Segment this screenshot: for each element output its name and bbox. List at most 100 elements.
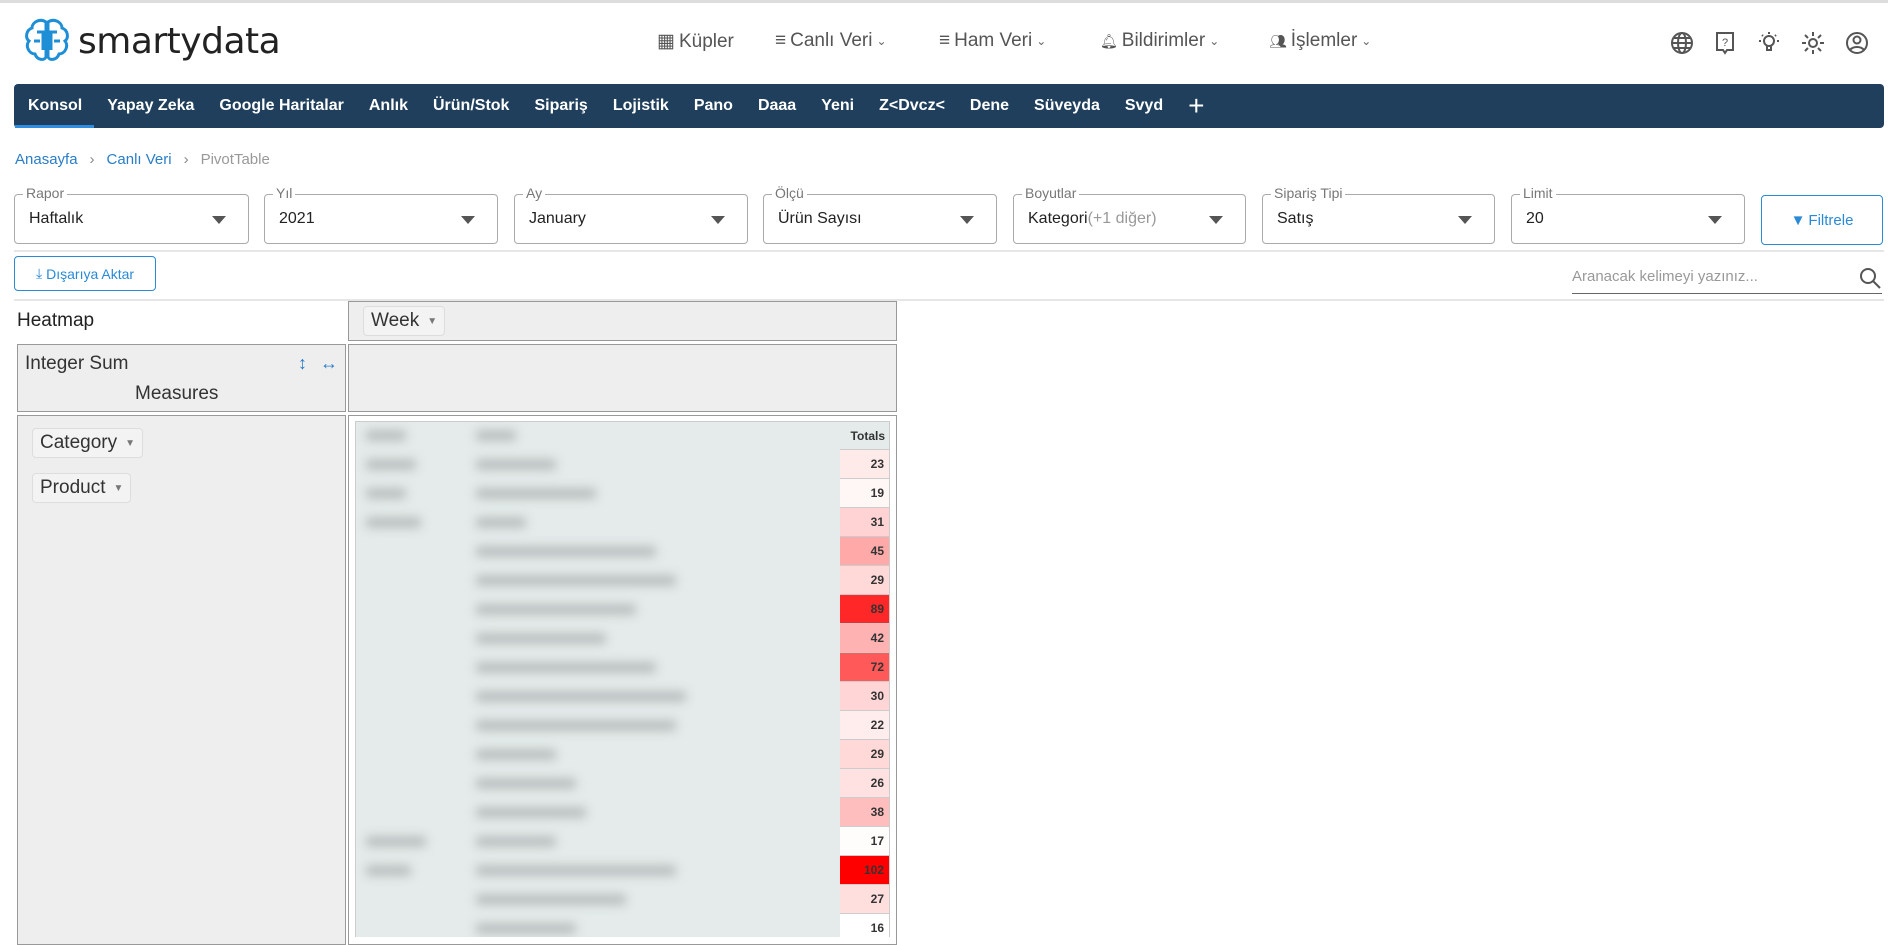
measures-select[interactable]: Measures	[135, 383, 218, 405]
tab-12[interactable]: Süveyda	[1034, 84, 1100, 128]
tab-10[interactable]: Z<Dvcz<	[879, 84, 945, 128]
globe-icon[interactable]	[1669, 30, 1695, 56]
logo[interactable]: smartydata	[22, 16, 281, 66]
caret-down-icon[interactable]: ▼	[125, 438, 135, 449]
filter-value-text: Ürün Sayısı	[778, 210, 862, 227]
gear-icon[interactable]	[1800, 30, 1826, 56]
redacted-block	[476, 633, 606, 644]
renderer-select[interactable]: Heatmap	[17, 310, 94, 332]
redacted-block	[366, 459, 416, 470]
tab-5[interactable]: Sipariş	[534, 84, 587, 128]
aggregator-area: Integer Sum ↕ ↔ Measures	[17, 344, 346, 412]
brand-part: smarty	[78, 20, 202, 62]
totals-cell: 31	[840, 508, 889, 537]
redacted-block	[366, 430, 406, 441]
menu-bildirimler[interactable]: 🔔︎ Bildirimler ⌄	[1100, 30, 1219, 52]
tab-0[interactable]: Konsol	[14, 84, 95, 128]
breadcrumb-canli-veri[interactable]: Canlı Veri	[107, 151, 172, 168]
tab-1[interactable]: Yapay Zeka	[107, 84, 194, 128]
tab-9[interactable]: Yeni	[821, 84, 854, 128]
tab-3[interactable]: Anlık	[369, 84, 408, 128]
filter-label: Sipariş Tipi	[1271, 185, 1346, 201]
breadcrumb: Anasayfa › Canlı Veri › PivotTable	[15, 151, 270, 168]
sort-cols-icon[interactable]: ↔	[320, 353, 338, 374]
menu-islemler[interactable]: 👥︎ İşlemler ⌄	[1269, 30, 1371, 52]
add-tab-icon[interactable]: +	[1188, 84, 1204, 128]
filter-label: Yıl	[273, 185, 296, 201]
redacted-block	[476, 720, 676, 731]
menu-label: Ham Veri	[954, 30, 1033, 51]
row-fields-area: Category ▼ Product ▼	[17, 415, 346, 945]
filter-select-6[interactable]: Limit 20	[1511, 185, 1745, 244]
filter-select-3[interactable]: Ölçü Ürün Sayısı	[763, 185, 997, 244]
filter-value-text: 2021	[279, 210, 315, 227]
redacted-block	[476, 923, 576, 934]
tab-4[interactable]: Ürün/Stok	[433, 84, 509, 128]
redacted-block	[476, 807, 586, 818]
caret-down-icon	[212, 216, 226, 224]
totals-cell: 23	[840, 450, 889, 479]
tab-8[interactable]: Daaa	[758, 84, 796, 128]
totals-column: Totals 23 19 31 45 29 89 42 72 30 22 29 26 38 17 102 27…	[840, 422, 889, 937]
tab-2[interactable]: Google Haritalar	[219, 84, 343, 128]
breadcrumb-home[interactable]: Anasayfa	[15, 151, 78, 168]
redacted-block	[476, 691, 686, 702]
field-category[interactable]: Category ▼	[32, 428, 144, 458]
filter-button[interactable]: ▼ Filtrele	[1761, 195, 1883, 245]
tab-7[interactable]: Pano	[694, 84, 733, 128]
filter-select-5[interactable]: Sipariş Tipi Satış	[1262, 185, 1495, 244]
lightbulb-icon[interactable]	[1756, 30, 1782, 56]
totals-cell: 72	[840, 653, 889, 682]
filter-select-4[interactable]: Boyutlar Kategori(+1 diğer)	[1013, 185, 1246, 244]
filter-select-2[interactable]: Ay January	[514, 185, 748, 244]
filter-label: Ölçü	[772, 185, 807, 201]
redacted-block	[476, 575, 676, 586]
filter-label: Ay	[523, 185, 546, 201]
help-icon[interactable]: ?	[1712, 30, 1738, 56]
caret-down-icon	[1708, 216, 1722, 224]
download-icon: ⤓	[35, 265, 43, 281]
column-fields-area: Week ▼	[348, 301, 897, 341]
menu-canli-veri[interactable]: ≡ Canlı Veri ⌄	[775, 30, 887, 52]
brain-logo-icon	[25, 18, 69, 61]
tab-13[interactable]: Svyd	[1125, 84, 1163, 128]
search-icon[interactable]	[1858, 266, 1882, 295]
field-label: Product	[40, 477, 106, 498]
filter-select-1[interactable]: Yıl 2021	[264, 185, 498, 244]
field-label: Week	[371, 310, 420, 331]
filter-select-0[interactable]: Rapor Haftalık	[14, 185, 249, 244]
search-input[interactable]	[1572, 268, 1842, 285]
aggregator-select[interactable]: Integer Sum	[25, 353, 129, 375]
chevron-down-icon: ⌄	[1036, 34, 1047, 48]
field-week[interactable]: Week ▼	[363, 306, 446, 336]
totals-cell: 27	[840, 885, 889, 914]
divider	[14, 299, 1884, 301]
chevron-right-icon: ›	[89, 151, 95, 168]
bell-icon: 🔔︎	[1100, 32, 1118, 49]
menu-label: Canlı Veri	[790, 30, 873, 51]
menu-kupler[interactable]: ▦ Küpler	[657, 30, 734, 53]
caret-down-icon[interactable]: ▼	[427, 316, 437, 327]
menu-ham-veri[interactable]: ≡ Ham Veri ⌄	[939, 30, 1046, 52]
filter-value: 20	[1526, 210, 1544, 228]
redacted-block	[476, 778, 576, 789]
tab-11[interactable]: Dene	[970, 84, 1009, 128]
totals-cell: 45	[840, 537, 889, 566]
filter-label: Rapor	[23, 185, 68, 201]
cubes-icon: ▦	[657, 31, 675, 52]
user-circle-icon[interactable]	[1844, 30, 1870, 56]
filter-value-text: Haftalık	[29, 210, 84, 227]
tab-6[interactable]: Lojistik	[613, 84, 669, 128]
filter-value: Satış	[1277, 210, 1313, 228]
caret-down-icon	[1209, 216, 1223, 224]
field-product[interactable]: Product ▼	[32, 473, 132, 503]
caret-down-icon	[1458, 216, 1472, 224]
redacted-block	[366, 517, 421, 528]
totals-cell: 17	[840, 827, 889, 856]
totals-cell: 29	[840, 566, 889, 595]
sort-rows-icon[interactable]: ↕	[298, 353, 307, 374]
list-icon: ≡	[775, 30, 787, 51]
export-button[interactable]: ⤓ Dışarıya Aktar	[14, 256, 156, 291]
caret-down-icon[interactable]: ▼	[113, 483, 123, 494]
list-icon: ≡	[939, 30, 951, 51]
